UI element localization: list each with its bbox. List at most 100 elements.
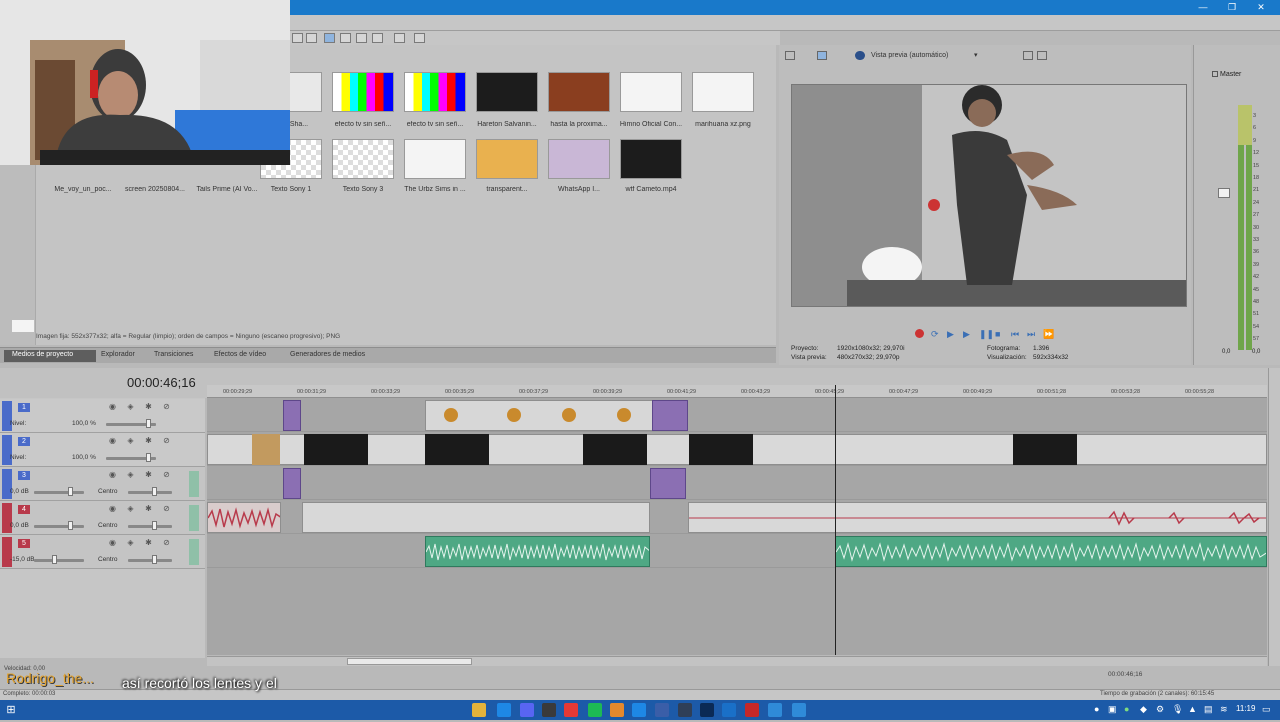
timeline-clip[interactable] (650, 468, 686, 499)
timeline-clip[interactable] (425, 536, 650, 567)
spotify-icon[interactable] (588, 703, 602, 717)
solo-icon[interactable]: ◈ (126, 403, 135, 411)
scrollbar-thumb[interactable] (347, 658, 472, 665)
vscode-icon[interactable] (655, 703, 669, 717)
tab-media-generators[interactable]: Generadores de medios (290, 351, 365, 358)
end-icon[interactable]: ⏩ (1043, 329, 1054, 340)
timeline-clip[interactable] (688, 502, 1267, 533)
fx-icon[interactable]: ✱ (144, 471, 153, 479)
davinci-icon[interactable] (745, 703, 759, 717)
grid-icon[interactable] (372, 33, 383, 43)
track-header-2[interactable]: 2 ◉ ◈ ✱ ⊘ Nivel: 100,0 % (0, 433, 205, 467)
chevron-down-icon[interactable]: ▾ (974, 51, 978, 59)
tab-project-media[interactable]: Medios de proyecto (12, 351, 73, 358)
media-thumbnail[interactable] (476, 72, 538, 112)
track-fader-knob[interactable] (146, 419, 151, 428)
vegas-icon[interactable] (678, 703, 692, 717)
pan-slider[interactable] (128, 559, 172, 562)
tools-icon[interactable] (324, 33, 335, 43)
fx-icon[interactable]: ✱ (144, 539, 153, 547)
obs-icon[interactable] (542, 703, 556, 717)
pan-slider-knob[interactable] (152, 521, 157, 530)
track-fader-knob[interactable] (52, 555, 57, 564)
stop-icon[interactable]: ■ (995, 329, 1000, 339)
track-fader[interactable] (34, 559, 84, 562)
split-screen-icon[interactable] (1023, 51, 1033, 60)
next-frame-icon[interactable]: ⏭ (1027, 329, 1035, 340)
automation-icon[interactable]: ⊘ (162, 539, 171, 547)
preview-quality-select[interactable]: Vista previa (automático) (871, 52, 948, 59)
fx-icon[interactable]: ✱ (144, 505, 153, 513)
edge-icon[interactable] (497, 703, 511, 717)
close-button[interactable]: ✕ (1252, 1, 1270, 13)
brave-icon[interactable] (564, 703, 578, 717)
automation-icon[interactable]: ⊘ (162, 471, 171, 479)
start-button[interactable]: ⊞ (4, 703, 18, 717)
app-icon[interactable] (722, 703, 736, 717)
horizontal-scrollbar[interactable] (207, 656, 1267, 666)
photos-icon[interactable] (632, 703, 646, 717)
timeline-clip[interactable] (425, 434, 489, 465)
timeline-clip[interactable] (652, 400, 688, 431)
media-view-icon[interactable] (292, 33, 303, 43)
pan-slider[interactable] (128, 525, 172, 528)
photoshop-icon[interactable] (700, 703, 714, 717)
lane-track-2[interactable] (207, 432, 1267, 466)
folder-icon[interactable] (610, 703, 624, 717)
timeline-clip[interactable] (835, 536, 1267, 567)
pan-slider-knob[interactable] (152, 555, 157, 564)
media-thumbnail[interactable] (548, 72, 610, 112)
tray-icon[interactable]: ◆ (1140, 704, 1147, 715)
fx-icon[interactable]: ✱ (144, 403, 153, 411)
timeline-clip[interactable] (583, 434, 647, 465)
solo-icon[interactable]: ◈ (126, 437, 135, 445)
timeline-clip[interactable] (283, 468, 301, 499)
tag-icon[interactable] (340, 33, 351, 43)
timeline-clip[interactable] (283, 400, 301, 431)
wifi-icon[interactable]: ≋ (1220, 704, 1228, 715)
track-header-1[interactable]: 1 ◉ ◈ ✱ ⊘ Nivel: 100,0 % (0, 399, 205, 433)
automation-icon[interactable]: ⊘ (162, 403, 171, 411)
app-icon[interactable] (768, 703, 782, 717)
mute-icon[interactable]: ◉ (108, 505, 117, 513)
media-thumbnail[interactable] (476, 139, 538, 179)
vertical-scrollbar[interactable] (1268, 368, 1280, 668)
pan-slider[interactable] (128, 491, 172, 494)
mute-icon[interactable]: ◉ (108, 539, 117, 547)
clock[interactable]: 11:19 (1236, 704, 1255, 713)
timeline-ruler[interactable]: 00:00:29;29 00:00:31;29 00:00:33;29 00:00:3… (207, 385, 1267, 398)
track-fader[interactable] (34, 525, 84, 528)
wand-icon[interactable] (394, 33, 405, 43)
media-thumbnail[interactable] (692, 72, 754, 112)
notification-icon[interactable]: ▭ (1262, 704, 1271, 715)
timeline-clip[interactable] (302, 502, 650, 533)
solo-icon[interactable]: ◈ (126, 471, 135, 479)
track-fader-knob[interactable] (68, 487, 73, 496)
playhead-cursor[interactable] (835, 385, 836, 655)
media-folder-tree[interactable] (0, 165, 36, 345)
notepad-icon[interactable] (792, 703, 806, 717)
media-thumbnail[interactable] (404, 72, 466, 112)
tray-icon[interactable]: ● (1094, 704, 1099, 714)
timeline-clip[interactable] (689, 434, 753, 465)
fx-icon[interactable] (855, 51, 865, 60)
play-icon[interactable]: ▶ (963, 329, 970, 340)
help-icon[interactable] (414, 33, 425, 43)
solo-icon[interactable]: ◈ (126, 539, 135, 547)
folder-item[interactable] (12, 320, 34, 332)
tray-icon[interactable]: ▲ (1188, 704, 1197, 714)
tray-icon[interactable]: ● (1124, 704, 1129, 714)
lane-track-3[interactable] (207, 466, 1267, 500)
fx-icon[interactable]: ✱ (144, 437, 153, 445)
track-fader-knob[interactable] (146, 453, 151, 462)
lane-track-4[interactable] (207, 500, 1267, 534)
play-from-start-icon[interactable]: ▶ (947, 329, 954, 340)
tray-icon[interactable]: ⚙ (1156, 704, 1164, 715)
track-header-4[interactable]: 4 ◉ ◈ ✱ ⊘ 0,0 dB Centro (0, 501, 205, 535)
media-thumbnail[interactable] (404, 139, 466, 179)
timeline-clip[interactable] (1013, 434, 1077, 465)
master-checkbox[interactable] (1212, 71, 1218, 77)
tab-explorer[interactable]: Explorador (101, 351, 135, 358)
mute-icon[interactable]: ◉ (108, 471, 117, 479)
automation-icon[interactable]: ⊘ (162, 505, 171, 513)
